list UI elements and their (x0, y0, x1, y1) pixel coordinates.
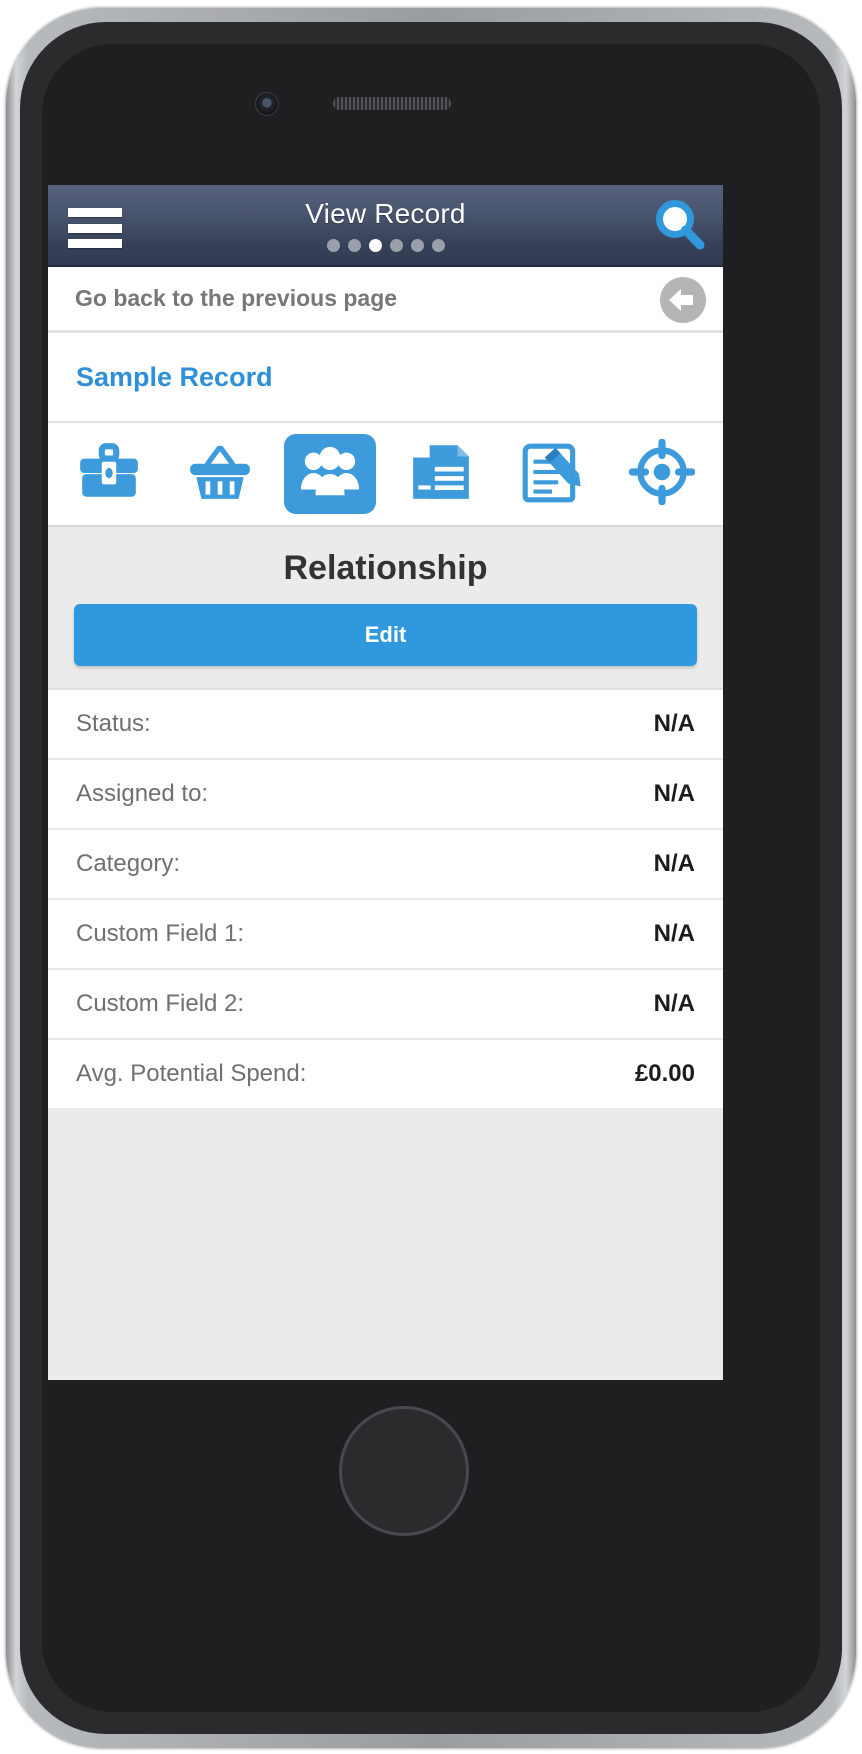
record-title-row: Sample Record (48, 333, 723, 423)
field-row-status: Status: N/A (48, 690, 723, 760)
field-value: N/A (653, 920, 695, 947)
page-title: View Record (305, 198, 466, 229)
pagination-dot-active[interactable] (368, 239, 382, 252)
field-value: N/A (653, 990, 695, 1017)
pagination-dot[interactable] (431, 239, 445, 252)
pagination-dot[interactable] (347, 239, 361, 252)
pagination-dot[interactable] (389, 239, 403, 252)
back-navigation-row[interactable]: Go back to the previous page (48, 267, 723, 333)
field-row-custom-field-2: Custom Field 2: N/A (48, 970, 723, 1040)
field-value: N/A (653, 710, 695, 737)
record-name-link[interactable]: Sample Record (76, 362, 273, 393)
earpiece-speaker (333, 97, 451, 110)
edit-document-icon (518, 439, 584, 510)
home-button[interactable] (339, 1406, 469, 1536)
field-list: Status: N/A Assigned to: N/A Category: N… (48, 690, 723, 1110)
field-row-category: Category: N/A (48, 830, 723, 900)
section-title: Relationship (283, 549, 488, 587)
pagination-dots[interactable] (48, 239, 723, 252)
field-label: Custom Field 1: (76, 920, 245, 947)
documents-icon (408, 439, 474, 510)
record-tab-toolbar (48, 423, 723, 527)
people-icon (299, 441, 361, 508)
search-icon[interactable] (649, 195, 711, 257)
tab-target[interactable] (616, 434, 708, 514)
empty-content-area (48, 1110, 723, 1358)
basket-icon (187, 439, 253, 510)
field-label: Custom Field 2: (76, 990, 245, 1017)
field-value: £0.00 (634, 1060, 695, 1087)
target-icon (628, 437, 696, 510)
field-value: N/A (653, 780, 695, 807)
field-value: N/A (653, 850, 695, 877)
field-label: Category: (76, 850, 181, 877)
back-navigation-label: Go back to the previous page (75, 285, 398, 311)
briefcase-icon (76, 439, 142, 510)
field-row-assigned-to: Assigned to: N/A (48, 760, 723, 830)
pagination-dot[interactable] (326, 239, 340, 252)
field-label: Status: (76, 710, 151, 737)
tab-basket[interactable] (174, 434, 266, 514)
phone-screen: View Record Go back to the previous page (48, 185, 723, 1380)
tab-briefcase[interactable] (63, 434, 155, 514)
section-panel: Relationship Edit (48, 527, 723, 690)
app-header: View Record (48, 185, 723, 267)
edit-button[interactable]: Edit (74, 604, 697, 666)
back-arrow-circle-icon[interactable] (659, 276, 707, 324)
tab-documents[interactable] (395, 434, 487, 514)
tab-people[interactable] (284, 434, 377, 514)
field-row-avg-potential-spend: Avg. Potential Spend: £0.00 (48, 1040, 723, 1110)
field-label: Avg. Potential Spend: (76, 1060, 307, 1087)
field-row-custom-field-1: Custom Field 1: N/A (48, 900, 723, 970)
front-camera-icon (255, 92, 279, 116)
tab-notes[interactable] (505, 434, 597, 514)
field-label: Assigned to: (76, 780, 209, 807)
pagination-dot[interactable] (410, 239, 424, 252)
